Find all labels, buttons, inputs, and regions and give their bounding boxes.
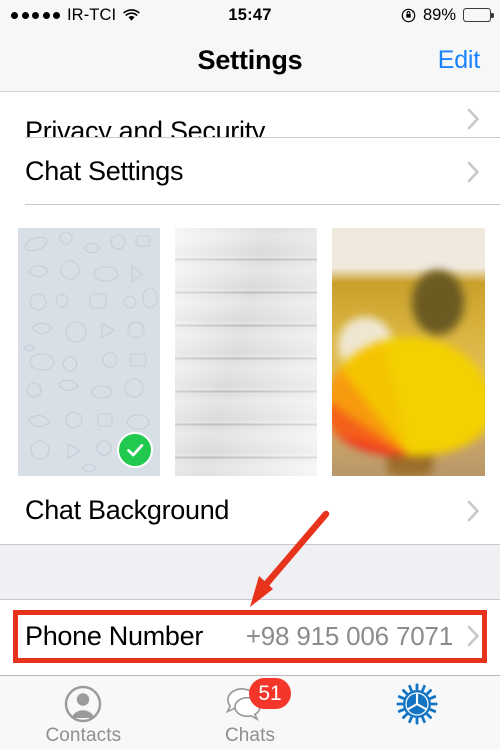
tab-label: Contacts	[45, 725, 122, 746]
settings-scroll-view[interactable]: Privacy and Security Chat Settings Chat …	[0, 92, 500, 675]
settings-row-phone-number[interactable]: Phone Number +98 915 006 7071	[0, 607, 500, 665]
phone-number-section: Phone Number +98 915 006 7071	[0, 607, 500, 667]
background-dark-blob	[411, 270, 464, 335]
row-label: Chat Background	[25, 495, 230, 525]
tab-chats[interactable]: 51 Chats	[167, 676, 334, 750]
page-title: Settings	[197, 44, 303, 75]
chevron-right-icon	[467, 108, 479, 130]
umbrella-wallpaper-image	[332, 228, 485, 476]
phone-number-value: +98 915 006 7071	[245, 620, 453, 651]
navigation-bar: Settings Edit	[0, 30, 500, 92]
tab-label: Chats	[224, 725, 276, 746]
row-label: Phone Number	[25, 620, 204, 651]
contact-person-icon	[63, 684, 103, 724]
iphone-screen: IR-TCI 15:47 89% Settings Edit Privacy a…	[0, 0, 500, 750]
wallpaper-thumb-umbrella[interactable]	[332, 228, 485, 476]
edit-button[interactable]: Edit	[438, 30, 480, 90]
chevron-right-icon	[467, 500, 479, 521]
wallpaper-selected-badge	[117, 432, 153, 468]
wallpaper-thumb-doodle[interactable]	[18, 228, 160, 476]
tab-bar: Contacts 51 Chats	[0, 675, 500, 750]
battery-percent-label: 89%	[422, 5, 456, 24]
chevron-right-icon	[467, 625, 479, 647]
row-label: Privacy and Security	[25, 116, 266, 138]
row-label: Chat Settings	[25, 156, 184, 186]
tab-settings[interactable]	[333, 676, 500, 750]
wallpaper-thumb-wood[interactable]	[175, 228, 317, 476]
settings-row-chat-settings[interactable]: Chat Settings	[0, 138, 500, 205]
settings-row-chat-background[interactable]: Chat Background	[0, 477, 500, 544]
status-bar-right: 89%	[401, 0, 494, 30]
wood-wallpaper-image	[175, 228, 317, 476]
rotation-lock-icon	[401, 8, 416, 22]
check-icon	[127, 444, 144, 457]
battery-icon	[463, 8, 494, 22]
section-gap	[0, 544, 500, 600]
tab-contacts[interactable]: Contacts	[0, 676, 167, 750]
settings-row-privacy-and-security[interactable]: Privacy and Security	[0, 92, 500, 138]
umbrella-blur-layer	[332, 228, 485, 476]
chevron-right-icon	[467, 161, 479, 182]
chats-unread-badge: 51	[249, 678, 291, 709]
gear-icon	[396, 683, 438, 725]
status-bar: IR-TCI 15:47 89%	[0, 0, 500, 30]
chat-background-thumbnails	[0, 205, 500, 477]
chat-bubbles-icon: 51	[219, 678, 291, 724]
rainbow-umbrella	[332, 337, 485, 457]
